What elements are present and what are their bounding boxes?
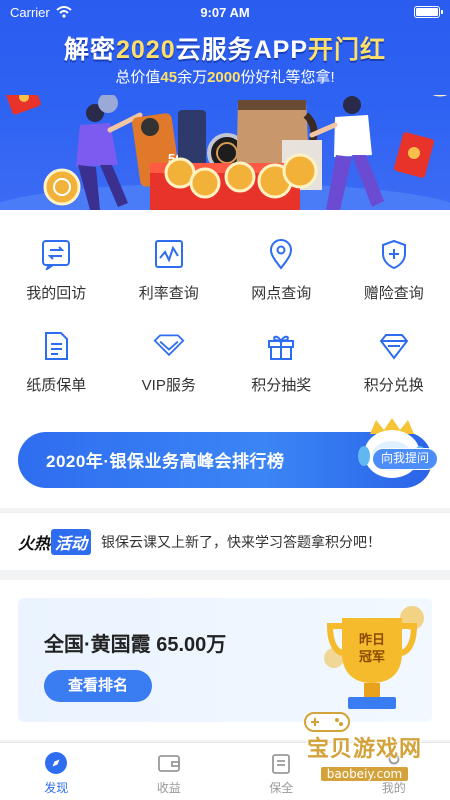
tab-label: 收益 — [156, 781, 181, 795]
tab-label: 保全 — [269, 781, 294, 795]
menu-item-label: 赠险查询 — [363, 285, 424, 302]
wifi-icon — [56, 6, 72, 18]
compass-icon — [45, 752, 68, 774]
champion-card[interactable]: 全国·黄国霞 65.00万 查看排名 昨日 冠军 — [18, 598, 432, 722]
banner-illustration: 5G — [0, 95, 450, 210]
champion-name-value: 全国·黄国霞 65.00万 — [44, 634, 227, 656]
coin-icon — [189, 167, 221, 199]
menu-item-label: 积分兑换 — [363, 377, 424, 394]
menu-item-points-lottery[interactable]: 积分抽奖 — [225, 330, 338, 422]
bottom-tab-bar: 发现 收益 保全 我的 — [0, 742, 450, 800]
activity-text: 银保云课又上新了，快来学习答题拿积分吧！ — [101, 533, 382, 550]
banner-subtitle: 总价值45余万2000份好礼等您拿! — [115, 69, 335, 86]
user-icon — [383, 753, 404, 774]
chart-icon — [154, 240, 183, 268]
document-icon — [45, 332, 69, 360]
activity-tag-label: 活动 — [51, 528, 92, 555]
red-envelope-icon — [5, 95, 41, 115]
view-ranking-button[interactable]: 查看排名 — [44, 670, 152, 702]
activity-row[interactable]: 火热 活动 银保云课又上新了，快来学习答题拿积分吧！ — [0, 512, 450, 570]
tab-discover[interactable]: 发现 — [0, 743, 113, 800]
tab-label: 发现 — [44, 781, 69, 795]
battery-icon — [414, 6, 443, 18]
trophy-label-champion: 冠军 — [359, 649, 385, 664]
menu-item-my-return-visit[interactable]: 我的回访 — [0, 238, 113, 330]
menu-item-label: 积分抽奖 — [251, 377, 312, 394]
menu-item-rate-query[interactable]: 利率查询 — [113, 238, 226, 330]
ranking-title: 2020年·银保业务高峰会排行榜 — [46, 452, 285, 471]
menu-item-label: VIP服务 — [141, 377, 196, 394]
exchange-icon — [42, 240, 71, 270]
menu-item-branch-query[interactable]: 网点查询 — [225, 238, 338, 330]
menu-item-label: 利率查询 — [138, 285, 199, 302]
coin-icon — [282, 153, 318, 189]
quick-menu: 我的回访 利率查询 网点查询 赠险查询 纸质保单 VIP服务 积分抽奖 积分兑换 — [0, 210, 450, 410]
champion-section: 全国·黄国霞 65.00万 查看排名 昨日 冠军 — [0, 580, 450, 740]
status-bar: Carrier 9:07 AM — [0, 0, 450, 24]
banner-title: 解密2020云服务APP开门红 — [63, 36, 387, 64]
promo-banner[interactable]: 解密2020云服务APP开门红 总价值45余万2000份好礼等您拿! — [0, 0, 450, 210]
tab-mine[interactable]: 我的 — [338, 743, 450, 800]
clipboard-icon — [272, 754, 291, 774]
red-envelope-icon — [394, 132, 434, 178]
coin-icon — [224, 161, 256, 193]
coin-icon — [43, 168, 81, 206]
menu-item-gift-insurance-query[interactable]: 赠险查询 — [338, 238, 450, 330]
menu-item-label: 我的回访 — [26, 285, 87, 302]
hot-activity-tag: 火热 活动 — [18, 528, 92, 555]
vip-diamond-icon — [153, 334, 185, 357]
gift-icon — [268, 335, 295, 360]
tab-label: 我的 — [381, 781, 406, 795]
hot-tag-label: 火热 — [18, 535, 51, 553]
wallet-icon — [157, 755, 180, 772]
trophy-label-yesterday: 昨日 — [359, 632, 385, 647]
menu-item-paper-policy[interactable]: 纸质保单 — [0, 330, 113, 422]
trophy-icon: 昨日 冠军 — [324, 606, 424, 709]
menu-item-label: 纸质保单 — [26, 377, 87, 394]
tab-preservation[interactable]: 保全 — [225, 743, 338, 800]
diamond-icon — [379, 334, 409, 360]
shield-plus-icon — [381, 239, 406, 270]
menu-item-label: 网点查询 — [251, 285, 312, 302]
menu-item-points-exchange[interactable]: 积分兑换 — [338, 330, 450, 422]
menu-item-vip-service[interactable]: VIP服务 — [113, 330, 226, 422]
location-pin-icon — [270, 239, 293, 270]
carrier-label: Carrier — [10, 4, 50, 20]
tab-earnings[interactable]: 收益 — [113, 743, 226, 800]
ask-me-button[interactable]: 向我提问 — [372, 448, 438, 470]
